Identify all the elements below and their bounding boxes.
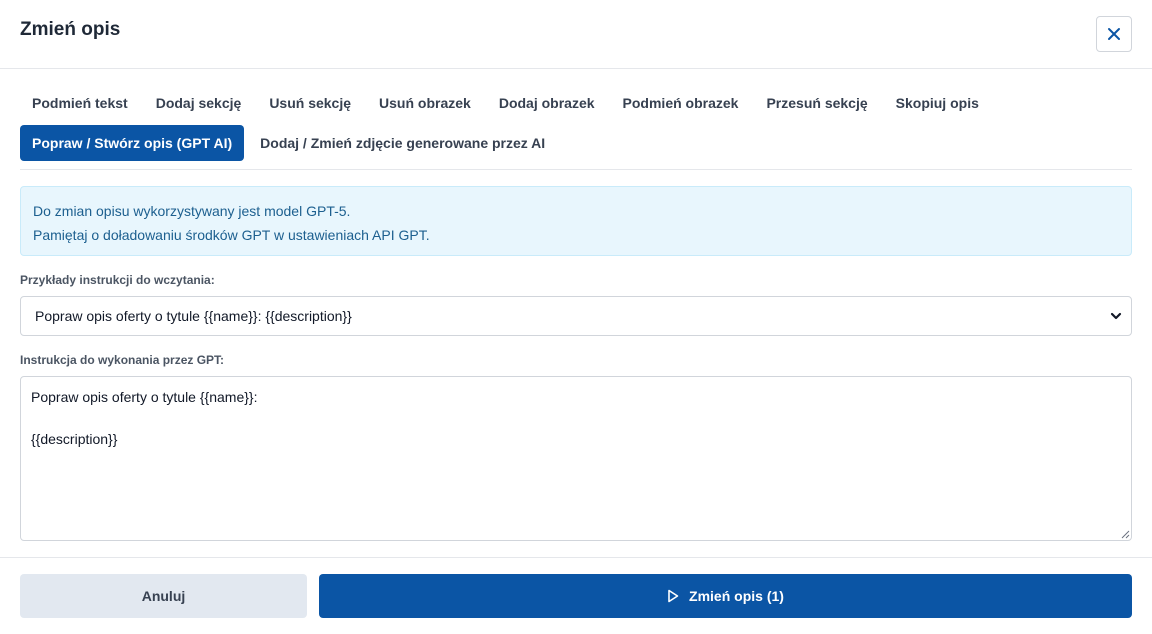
info-line-1: Do zmian opisu wykorzystywany jest model… xyxy=(33,203,351,219)
resize-grip-icon[interactable] xyxy=(1121,530,1130,539)
tab-add-image[interactable]: Dodaj obrazek xyxy=(487,85,607,121)
tab-row-2: Popraw / Stwórz opis (GPT AI) Dodaj / Zm… xyxy=(20,125,1132,161)
tab-replace-text[interactable]: Podmień tekst xyxy=(20,85,140,121)
submit-button-label: Zmień opis (1) xyxy=(689,588,784,604)
tab-remove-section[interactable]: Usuń sekcję xyxy=(257,85,363,121)
tabs-divider xyxy=(20,169,1132,170)
info-alert: Do zmian opisu wykorzystywany jest model… xyxy=(20,186,1132,256)
tab-copy-description[interactable]: Skopiuj opis xyxy=(884,85,991,121)
tab-move-section[interactable]: Przesuń sekcję xyxy=(754,85,879,121)
tab-row-1: Podmień tekst Dodaj sekcję Usuń sekcję U… xyxy=(20,85,1132,121)
examples-select[interactable]: Popraw opis oferty o tytule {{name}}: {{… xyxy=(20,296,1132,336)
tab-remove-image[interactable]: Usuń obrazek xyxy=(367,85,483,121)
instruction-textarea[interactable]: Popraw opis oferty o tytule {{name}}: {{… xyxy=(20,376,1132,541)
examples-label: Przykłady instrukcji do wczytania: xyxy=(20,273,215,287)
dialog-title: Zmień opis xyxy=(20,19,121,40)
close-icon xyxy=(1108,28,1120,40)
submit-button[interactable]: Zmień opis (1) xyxy=(319,574,1132,618)
tab-gpt-description[interactable]: Popraw / Stwórz opis (GPT AI) xyxy=(20,125,245,161)
play-icon xyxy=(667,589,679,603)
instruction-label: Instrukcja do wykonania przez GPT: xyxy=(20,353,225,367)
dialog-header: Zmień opis xyxy=(0,0,1152,69)
examples-select-value: Popraw opis oferty o tytule {{name}}: {{… xyxy=(35,308,352,324)
info-line-2: Pamiętaj o doładowaniu środków GPT w ust… xyxy=(33,227,430,243)
tab-ai-image[interactable]: Dodaj / Zmień zdjęcie generowane przez A… xyxy=(248,125,557,161)
tab-replace-image[interactable]: Podmień obrazek xyxy=(611,85,751,121)
tab-add-section[interactable]: Dodaj sekcję xyxy=(144,85,254,121)
chevron-down-icon xyxy=(1110,312,1122,320)
close-button[interactable] xyxy=(1096,16,1132,52)
action-tabs: Podmień tekst Dodaj sekcję Usuń sekcję U… xyxy=(20,85,1132,165)
cancel-button[interactable]: Anuluj xyxy=(20,574,307,618)
